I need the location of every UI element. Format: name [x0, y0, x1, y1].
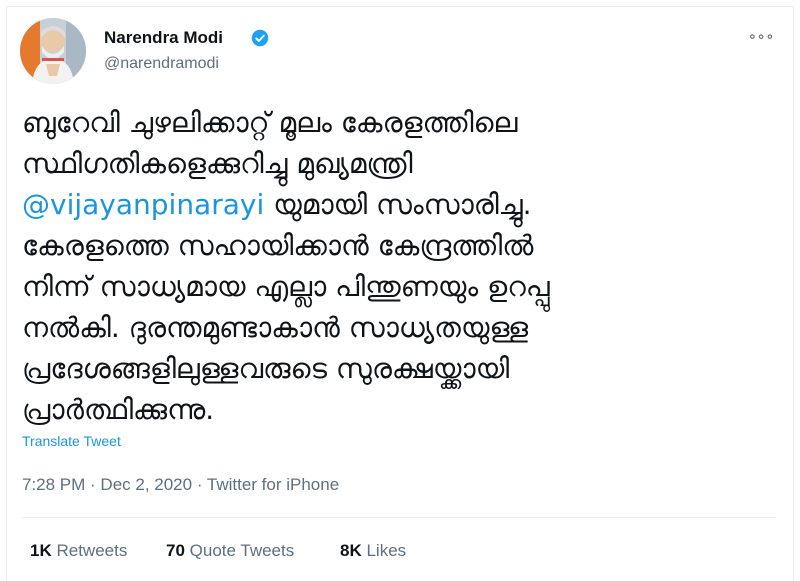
tweet-line: നൽകി. ദുരന്തമുണ്ടാകാൻ സാധ്യതയുള്ള — [22, 311, 529, 344]
tweet-line: പ്രദേശങ്ങളിലുള്ളവരുടെ സുരക്ഷയ്ക്കായി — [22, 352, 510, 385]
retweets-stat[interactable]: 1K Retweets — [30, 541, 127, 561]
likes-count: 8K — [340, 541, 362, 560]
mention-link[interactable]: @vijayanpinarayi — [22, 188, 264, 221]
tweet-line: സ്ഥിഗതികളെക്കുറിച്ചു മുഖ്യമന്ത്രി — [22, 147, 413, 180]
retweets-label: Retweets — [56, 541, 128, 560]
avatar-photo — [20, 18, 86, 84]
likes-stat[interactable]: 8K Likes — [340, 541, 406, 561]
quote-tweets-label: Quote Tweets — [189, 541, 295, 560]
author-handle[interactable]: @narendramodi — [104, 55, 219, 73]
more-icon[interactable]: ∘∘∘ — [748, 28, 774, 45]
tweet-text: ബുറേവി ചുഴലിക്കാറ്റ് മൂലം കേരളത്തിലെ സ്ഥ… — [22, 102, 778, 430]
retweets-count: 1K — [30, 541, 52, 560]
verified-badge-icon — [251, 29, 269, 47]
author-name[interactable]: Narendra Modi — [104, 28, 223, 48]
likes-label: Likes — [366, 541, 407, 560]
quote-tweets-stat[interactable]: 70 Quote Tweets — [166, 541, 294, 561]
tweet-line-text: യുമായി സംസാരിച്ചു. — [264, 188, 532, 221]
avatar[interactable] — [20, 18, 86, 84]
divider — [22, 517, 776, 518]
tweet-line: പ്രാർത്ഥിക്കുന്നു. — [22, 393, 215, 426]
tweet-line: കേരളത്തെ സഹായിക്കാൻ കേന്ദ്രത്തിൽ — [22, 229, 534, 262]
translate-tweet-link[interactable]: Translate Tweet — [22, 433, 121, 449]
tweet-line: ബുറേവി ചുഴലിക്കാറ്റ് മൂലം കേരളത്തിലെ — [22, 106, 518, 139]
quote-tweets-count: 70 — [166, 541, 185, 560]
tweet-line: @vijayanpinarayi യുമായി സംസാരിച്ചു. — [22, 184, 778, 225]
tweet-timestamp[interactable]: 7:28 PM · Dec 2, 2020 · Twitter for iPho… — [22, 475, 339, 495]
tweet-line: നിന്ന് സാധ്യമായ എല്ലാ പിന്തുണയും ഉറപ്പു — [22, 270, 550, 303]
